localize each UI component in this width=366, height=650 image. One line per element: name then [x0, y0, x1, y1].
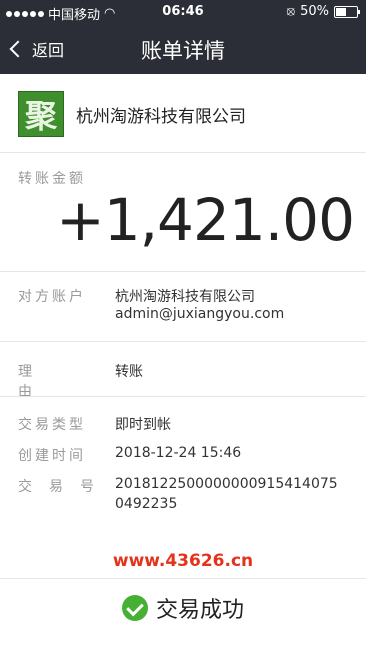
- status-text: 交易成功: [155, 598, 244, 623]
- txn-value-line2: 0492235: [115, 496, 178, 512]
- page-title: 账单详情: [141, 39, 225, 63]
- created-value: 2018-12-24 15:46: [115, 445, 242, 461]
- divider: [0, 271, 366, 272]
- check-circle-icon: [121, 595, 148, 621]
- merchant-name: 杭州淘游科技有限公司: [76, 107, 246, 127]
- created-row: 创建时间 2018-12-24 15:46: [18, 445, 241, 465]
- type-row: 交易类型 即时到帐: [18, 414, 171, 434]
- txn-row: 交易号 201812250000000091541407​5 0492235: [18, 476, 338, 512]
- rotation-lock-icon: ⦻: [286, 4, 296, 19]
- status-bar: 中国移动 ◠ 06:46 ⦻ 50%: [0, 0, 366, 24]
- status-right: ⦻ 50%: [286, 4, 360, 19]
- nav-bar: 返回 账单详情: [0, 24, 366, 74]
- status-success: 交易成功: [0, 592, 366, 624]
- battery-percent: 50%: [300, 4, 329, 19]
- amount-value: +1,421.00: [56, 186, 355, 254]
- amount-label: 转账金额: [18, 171, 86, 187]
- counterparty-row: 对方账户 杭州淘游科技有限公司 admin@juxiangyou.com: [18, 286, 284, 322]
- created-label: 创建时间: [18, 448, 86, 464]
- battery-icon: [334, 5, 360, 18]
- watermark: www.43626.cn: [112, 551, 254, 571]
- txn-value-line1: 201812250000000091541407​5: [115, 476, 338, 492]
- counterparty-name: 杭州淘游科技有限公司: [115, 289, 255, 305]
- reason-value: 转账: [115, 364, 143, 380]
- divider: [0, 396, 366, 397]
- type-label: 交易类型: [18, 417, 86, 433]
- merchant-header: 聚 杭州淘游科技有限公司: [0, 74, 366, 153]
- merchant-logo: 聚: [18, 91, 64, 137]
- counterparty-account: admin@juxiangyou.com: [115, 306, 285, 322]
- reason-row: 理由 转账: [18, 361, 143, 401]
- type-value: 即时到帐: [115, 417, 171, 433]
- divider: [0, 578, 366, 579]
- counterparty-label: 对方账户: [18, 289, 86, 305]
- reason-label: 理由: [18, 364, 77, 400]
- txn-label: 交易号: [18, 479, 111, 495]
- divider: [0, 341, 366, 342]
